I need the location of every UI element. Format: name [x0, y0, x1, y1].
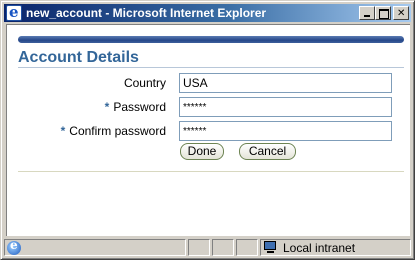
- ie-page-icon: [7, 238, 21, 255]
- title-bar[interactable]: new_account - Microsoft Internet Explore…: [4, 3, 411, 22]
- confirm-password-row: * Confirm password: [7, 121, 407, 141]
- required-marker: *: [104, 100, 110, 114]
- minimize-button[interactable]: [359, 6, 375, 20]
- confirm-password-label: Confirm password: [69, 124, 166, 138]
- country-label: Country: [123, 76, 166, 90]
- local-intranet-icon: [264, 241, 279, 254]
- password-label: Password: [113, 100, 166, 114]
- close-button[interactable]: [393, 6, 409, 20]
- required-marker: *: [60, 124, 66, 138]
- header-bar: [18, 36, 404, 43]
- security-zone-panel[interactable]: Local intranet: [260, 239, 411, 256]
- password-row: * Password: [7, 97, 407, 117]
- cancel-button[interactable]: Cancel: [239, 143, 296, 160]
- confirm-password-label-group: * Confirm password: [61, 124, 166, 138]
- password-input[interactable]: [179, 97, 392, 117]
- window-title: new_account - Microsoft Internet Explore…: [26, 6, 267, 20]
- page-content: Account Details Country *Password *Confi…: [6, 24, 410, 236]
- title-divider: [18, 67, 404, 68]
- footer-divider: [18, 171, 404, 172]
- status-main-panel: [4, 238, 186, 256]
- security-zone-label: Local intranet: [283, 241, 356, 255]
- status-panel: [236, 239, 258, 256]
- page-title: Account Details: [18, 49, 139, 66]
- country-row: Country: [7, 73, 407, 93]
- confirm-password-input[interactable]: [179, 121, 392, 141]
- password-label-group: * Password: [105, 100, 166, 114]
- internet-explorer-icon[interactable]: [6, 3, 22, 21]
- status-panel: [212, 239, 234, 256]
- done-button[interactable]: Done: [180, 143, 224, 160]
- country-input[interactable]: [179, 73, 392, 93]
- status-bar: Local intranet: [4, 238, 411, 257]
- status-panel: [188, 239, 210, 256]
- browser-window: new_account - Microsoft Internet Explore…: [0, 0, 415, 260]
- maximize-button[interactable]: [375, 6, 391, 20]
